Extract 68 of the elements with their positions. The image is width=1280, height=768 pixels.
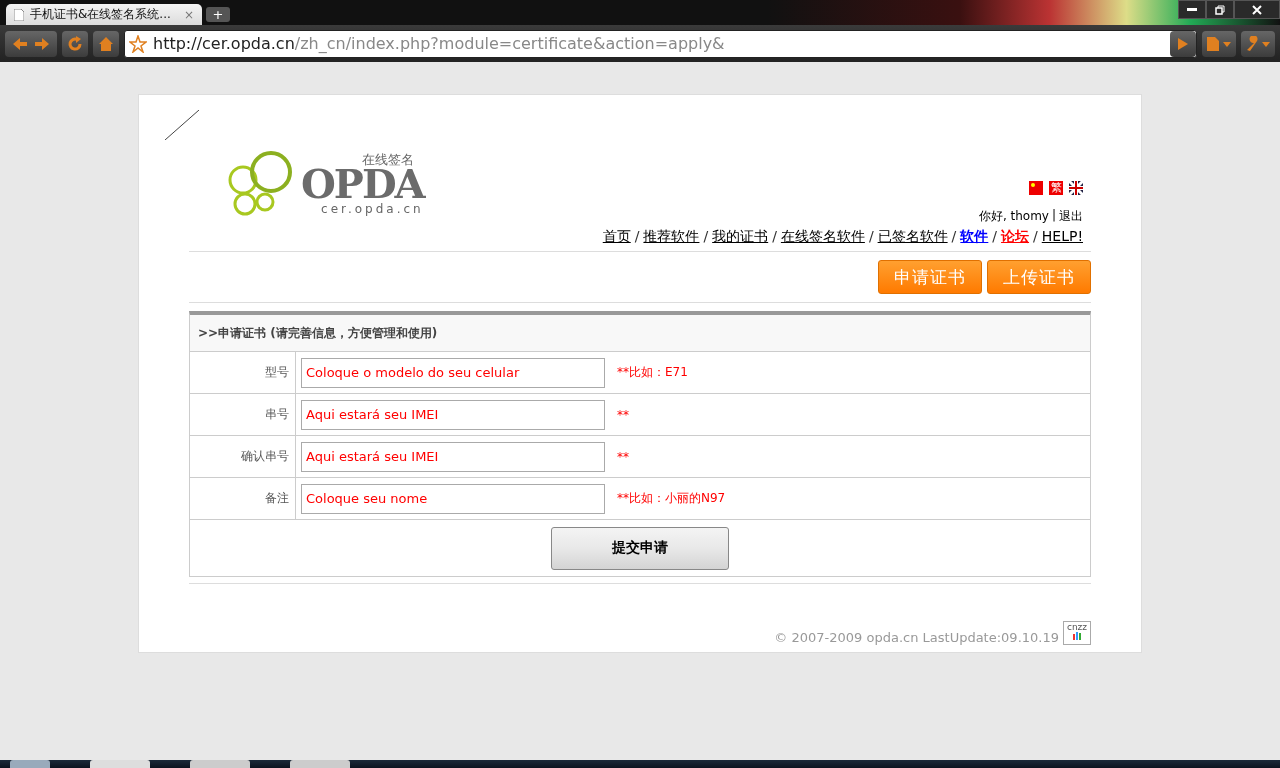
- flag-icon[interactable]: [1069, 181, 1083, 195]
- input-field[interactable]: Coloque o modelo do seu celular: [301, 357, 605, 388]
- page-caret-icon: [1206, 35, 1232, 52]
- minimize-icon: [1187, 8, 1197, 11]
- nav-link[interactable]: 软件: [960, 228, 989, 246]
- greeting-text: 你好, thomy: [978, 208, 1049, 225]
- nav-separator: /: [951, 228, 957, 246]
- play-icon: [1178, 37, 1188, 50]
- tab-title: 手机证书&在线签名系统...: [30, 6, 172, 23]
- bar-chart-icon: [1072, 632, 1082, 640]
- diagonal-line: [165, 110, 199, 140]
- tab-close-button[interactable]: ×: [183, 7, 194, 22]
- field-hint: **比如：E71: [617, 364, 688, 381]
- field-hint: **比如：小丽的N97: [617, 490, 726, 507]
- nav-separator: /: [703, 228, 709, 246]
- logo-tagline: 在线签名: [361, 153, 414, 166]
- home-button[interactable]: [93, 30, 119, 57]
- close-button[interactable]: [1234, 0, 1280, 19]
- url-text: http://cer.opda.cn/zh_cn/index.php?module=certificate&action=apply&: [153, 34, 726, 53]
- reload-icon: [67, 35, 83, 52]
- address-bar[interactable]: http://cer.opda.cn/zh_cn/index.php?module=certificate&action=apply&: [124, 29, 1197, 58]
- nav-separator: /: [868, 228, 874, 246]
- input-field[interactable]: Coloque seu nome: [301, 483, 605, 514]
- back-forward-button[interactable]: [5, 30, 57, 57]
- restore-icon: [1215, 4, 1225, 15]
- nav-separator: /: [1033, 228, 1038, 246]
- field-label: 型号: [190, 352, 296, 393]
- logo-domain: cer.opda.cn: [321, 202, 424, 216]
- page-menu-button[interactable]: [1202, 30, 1236, 57]
- separator-text: |: [1051, 208, 1056, 224]
- settings-button[interactable]: [1241, 30, 1275, 57]
- field-label: 确认串号: [190, 436, 296, 477]
- input-field[interactable]: Aqui estará seu IMEI: [301, 399, 605, 430]
- browser-tab[interactable]: 手机证书&在线签名系统... ×: [6, 4, 202, 25]
- copyright-text: © 2007-2009 opda.cn LastUpdate:09.10.19: [774, 630, 1059, 645]
- new-tab-button[interactable]: +: [206, 7, 230, 22]
- reload-button[interactable]: [62, 30, 88, 57]
- restore-button[interactable]: [1206, 0, 1234, 19]
- field-label: 备注: [190, 478, 296, 519]
- field-hint: **: [617, 449, 629, 464]
- close-icon: [1252, 4, 1262, 15]
- nav-link[interactable]: HELP!: [1041, 228, 1083, 246]
- nav-separator: /: [634, 228, 640, 246]
- home-icon: [98, 35, 114, 52]
- form-title: >>申请证书 (请完善信息，方便管理和使用): [190, 315, 1090, 352]
- nav-link[interactable]: 已签名软件: [877, 228, 948, 246]
- logout-link[interactable]: 退出: [1059, 208, 1083, 225]
- wrench-caret-icon: [1245, 35, 1271, 52]
- start-orb-icon[interactable]: [10, 760, 50, 768]
- nav-separator: /: [992, 228, 998, 246]
- go-button[interactable]: [1170, 30, 1196, 57]
- submit-button[interactable]: 提交申请: [551, 526, 729, 570]
- nav-link[interactable]: 我的证书: [712, 228, 769, 246]
- arrows-icon: [11, 36, 51, 51]
- language-link[interactable]: 繁: [1049, 181, 1063, 195]
- nav-link[interactable]: 在线签名软件: [780, 228, 865, 246]
- nav-separator: /: [772, 228, 777, 246]
- star-icon[interactable]: [129, 34, 147, 53]
- page-icon: [14, 8, 24, 21]
- minimize-button[interactable]: [1178, 0, 1206, 19]
- nav-link[interactable]: 首页: [602, 228, 631, 246]
- field-label: 串号: [190, 394, 296, 435]
- input-field[interactable]: Aqui estará seu IMEI: [301, 441, 605, 472]
- logo-wordmark: OPDA: [301, 166, 424, 202]
- nav-link[interactable]: 论坛: [1001, 228, 1030, 246]
- field-hint: **: [617, 407, 629, 422]
- nav-link[interactable]: 推荐软件: [643, 228, 700, 246]
- counter-badge[interactable]: cnzz: [1063, 621, 1091, 645]
